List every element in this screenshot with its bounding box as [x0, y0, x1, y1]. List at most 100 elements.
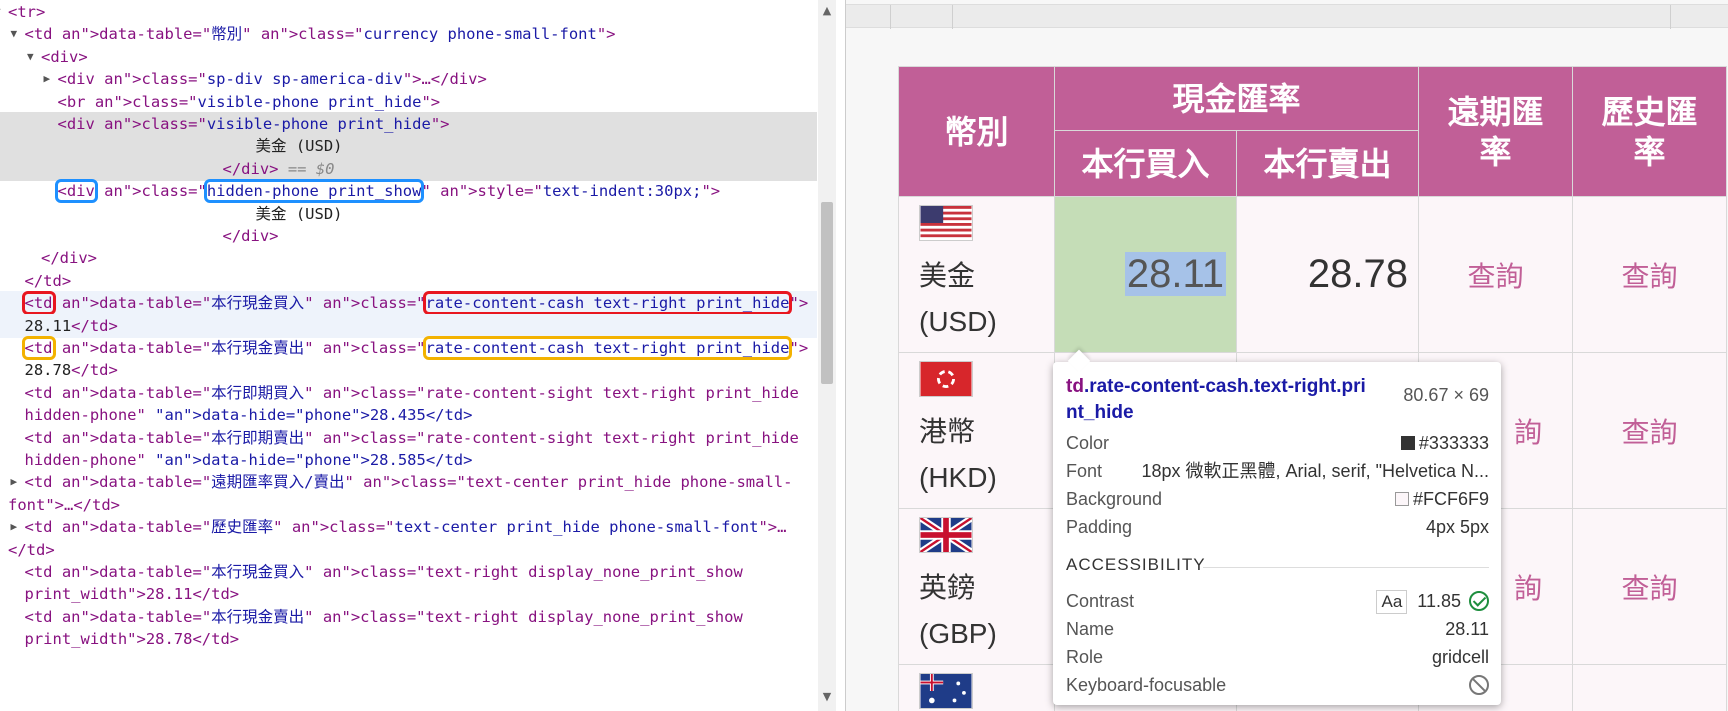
currency-name: 港幣	[919, 416, 976, 447]
dom-node-line[interactable]: </td>	[0, 538, 817, 562]
currency-cell-aud	[898, 664, 1055, 711]
dom-node-line[interactable]: ▼ <tr>	[0, 0, 817, 24]
cash-buy-cell[interactable]: 28.11	[1054, 196, 1237, 353]
expanded-triangle-icon[interactable]: ▼	[27, 45, 34, 69]
dom-node-line[interactable]: 美金 (USD)	[0, 202, 817, 226]
header-forward-rate: 遠期匯 率	[1418, 66, 1573, 197]
us-flag-icon	[919, 205, 973, 241]
header-currency: 幣別	[898, 66, 1055, 197]
collapsed-triangle-icon[interactable]: ▶	[11, 470, 18, 494]
dom-node-line[interactable]: <td an">data-table="本行現金買入" an">class="r…	[0, 291, 817, 316]
dom-node-line[interactable]: <td an">data-table="本行即期買入" an">class="r…	[0, 381, 817, 405]
dom-node-line[interactable]: 美金 (USD)	[0, 134, 817, 159]
currency-code: (GBP)	[919, 618, 997, 649]
hk-flag-icon	[919, 361, 973, 397]
expanded-triangle-icon[interactable]: ▼	[11, 22, 18, 46]
dom-node-line[interactable]: ▼ <td an">data-table="幣別" an">class="curr…	[0, 22, 817, 46]
dom-node-line[interactable]: print_width">28.11</td>	[0, 582, 817, 606]
accessibility-heading: ACCESSIBILITY	[1066, 555, 1206, 574]
dom-node-line[interactable]: <td an">data-table="本行即期賣出" an">class="r…	[0, 426, 817, 450]
tooltip-dimensions: 80.67 × 69	[1403, 385, 1489, 405]
dom-node-text: </div>	[41, 249, 97, 268]
cash-sell-cell[interactable]: 28.78	[1236, 196, 1419, 353]
dom-node-line[interactable]: <td an">data-table="本行現金買入" an">class="t…	[0, 560, 817, 584]
currency-code: (HKD)	[919, 462, 997, 493]
dom-node-line[interactable]: 28.11</td>	[0, 313, 817, 338]
currency-name: 英鎊	[919, 572, 976, 603]
dom-node-text: font">…</td>	[8, 495, 120, 514]
dom-node-text: </div>	[222, 227, 279, 245]
dom-node-line[interactable]: <div an">class="hidden-phone print_show"…	[0, 179, 817, 204]
scroll-down-arrow-icon[interactable]: ▼	[820, 690, 834, 703]
tooltip-contrast-row: Contrast Aa 11.85	[1066, 588, 1489, 614]
collapsed-triangle-icon[interactable]: ▶	[44, 67, 51, 91]
dom-node-text: <td an">data-table="本行現金買入" an">class="t…	[24, 563, 743, 581]
header-history-rate: 歷史匯 率	[1572, 66, 1727, 197]
dom-node-text: print_width">28.11</td>	[24, 585, 240, 604]
forward-query-link[interactable]: 查詢	[1418, 196, 1573, 353]
dom-node-line[interactable]: 28.78</td>	[0, 358, 817, 382]
dom-node-text: <td an">data-table="本行現金買入" an">class="r…	[21, 291, 809, 316]
not-allowed-icon	[1469, 675, 1489, 695]
dom-node-line[interactable]: hidden-phone" "an">data-hide="phone">28.…	[0, 403, 817, 427]
devtools-scrollbar-thumb[interactable]	[821, 202, 833, 384]
dom-node-line[interactable]: <td an">data-table="本行現金賣出" an">class="r…	[0, 336, 817, 360]
collapsed-triangle-icon[interactable]: ▶	[11, 515, 18, 539]
history-query-link[interactable]: 查詢	[1572, 508, 1727, 665]
page-top-bar	[846, 4, 1728, 29]
dom-node-line[interactable]: ▶ <td an">data-table="遠期匯率買入/賣出" an">clas…	[0, 470, 817, 494]
header-sell: 本行賣出	[1236, 130, 1419, 197]
dom-node-line[interactable]: ▶ <div an">class="sp-div sp-america-div">…	[0, 67, 817, 91]
dom-node-line[interactable]: <div an">class="visible-phone print_hide…	[0, 112, 817, 136]
dom-node-text: <td an">data-table="本行即期賣出" an">class="r…	[24, 428, 799, 447]
dom-node-line[interactable]: ▼ <div>	[0, 45, 817, 69]
inspect-tooltip: td.rate-content-cash.text-right.pri nt_h…	[1053, 349, 1501, 705]
dom-node-text: <td an">data-table="歷史匯率" an">class="tex…	[24, 518, 787, 537]
expanded-triangle-icon[interactable]: ▼	[0, 0, 1, 24]
dom-node-line[interactable]: <td an">data-table="本行現金賣出" an">class="t…	[0, 605, 817, 629]
history-query-link[interactable]: 查詢	[1572, 196, 1727, 353]
dom-node-line[interactable]: </td>	[0, 269, 817, 293]
scroll-up-arrow-icon[interactable]: ▲	[820, 4, 834, 17]
tooltip-padding-row: Padding 4px 5px	[1066, 517, 1489, 537]
dom-node-text: <td an">data-table="幣別" an">class="curre…	[24, 25, 616, 44]
dom-node-line[interactable]: print_width">28.78</td>	[0, 627, 817, 651]
dom-node-text: 美金 (USD)	[255, 137, 343, 156]
dom-node-line[interactable]: <br an">class="visible-phone print_hide"…	[0, 90, 817, 114]
dom-node-text: 美金 (USD)	[255, 204, 343, 223]
history-query-link[interactable]: 查詢	[1572, 352, 1727, 509]
devtools-elements-panel: ▼<tr>▼<td an">data-table="幣別" an">class=…	[0, 0, 846, 711]
tooltip-font-row: Font 18px 微軟正黑體, Arial, serif, "Helvetic…	[1066, 461, 1489, 481]
dom-node-text: hidden-phone" "an">data-hide="phone">28.…	[24, 451, 473, 469]
dom-node-line[interactable]: font">…</td>	[0, 493, 817, 517]
cash-buy-value: 28.11	[1124, 252, 1226, 296]
currency-code: (USD)	[919, 306, 997, 337]
dom-node-line[interactable]: ▶ <td an">data-table="歷史匯率" an">class="te…	[0, 515, 817, 539]
dom-node-text: 28.11</td>	[24, 316, 118, 335]
dom-node-line[interactable]: hidden-phone" "an">data-hide="phone">28.…	[0, 448, 817, 472]
check-circle-icon	[1469, 591, 1489, 611]
currency-cell-usd: 美金 (USD)	[898, 196, 1055, 353]
dom-node-text: <br an">class="visible-phone print_hide"…	[57, 92, 441, 111]
currency-cell-gbp: 英鎊 (GBP)	[898, 508, 1055, 665]
dom-node-line[interactable]: </div>	[0, 246, 817, 270]
dom-node-text: <td an">data-table="本行現金賣出" an">class="r…	[21, 336, 809, 360]
tooltip-background-row: Background #FCF6F9	[1066, 489, 1489, 509]
au-flag-icon	[919, 673, 973, 709]
currency-name: 美金	[919, 260, 976, 291]
dom-node-text: <td an">data-table="本行現金賣出" an">class="t…	[24, 607, 743, 626]
dom-node-line[interactable]: </div>	[0, 224, 817, 248]
dom-node-text: </div> == $0	[222, 159, 335, 178]
tooltip-color-row: Color #333333	[1066, 433, 1489, 453]
color-swatch-icon	[1400, 436, 1415, 450]
gb-flag-icon	[919, 517, 973, 553]
dom-node-text: <div>	[41, 47, 88, 66]
header-cash-rate: 現金匯率	[1054, 66, 1419, 131]
tooltip-role-row: Role gridcell	[1066, 647, 1489, 667]
dom-node-text: <div an">class="visible-phone print_hide…	[57, 115, 450, 133]
dom-node-text: </td>	[24, 271, 72, 290]
header-buy: 本行買入	[1054, 130, 1237, 197]
background-swatch-icon	[1394, 492, 1409, 506]
dom-node-text: <div an">class="sp-div sp-america-div">……	[57, 70, 487, 89]
dom-node-line[interactable]: </div> == $0	[0, 156, 817, 181]
